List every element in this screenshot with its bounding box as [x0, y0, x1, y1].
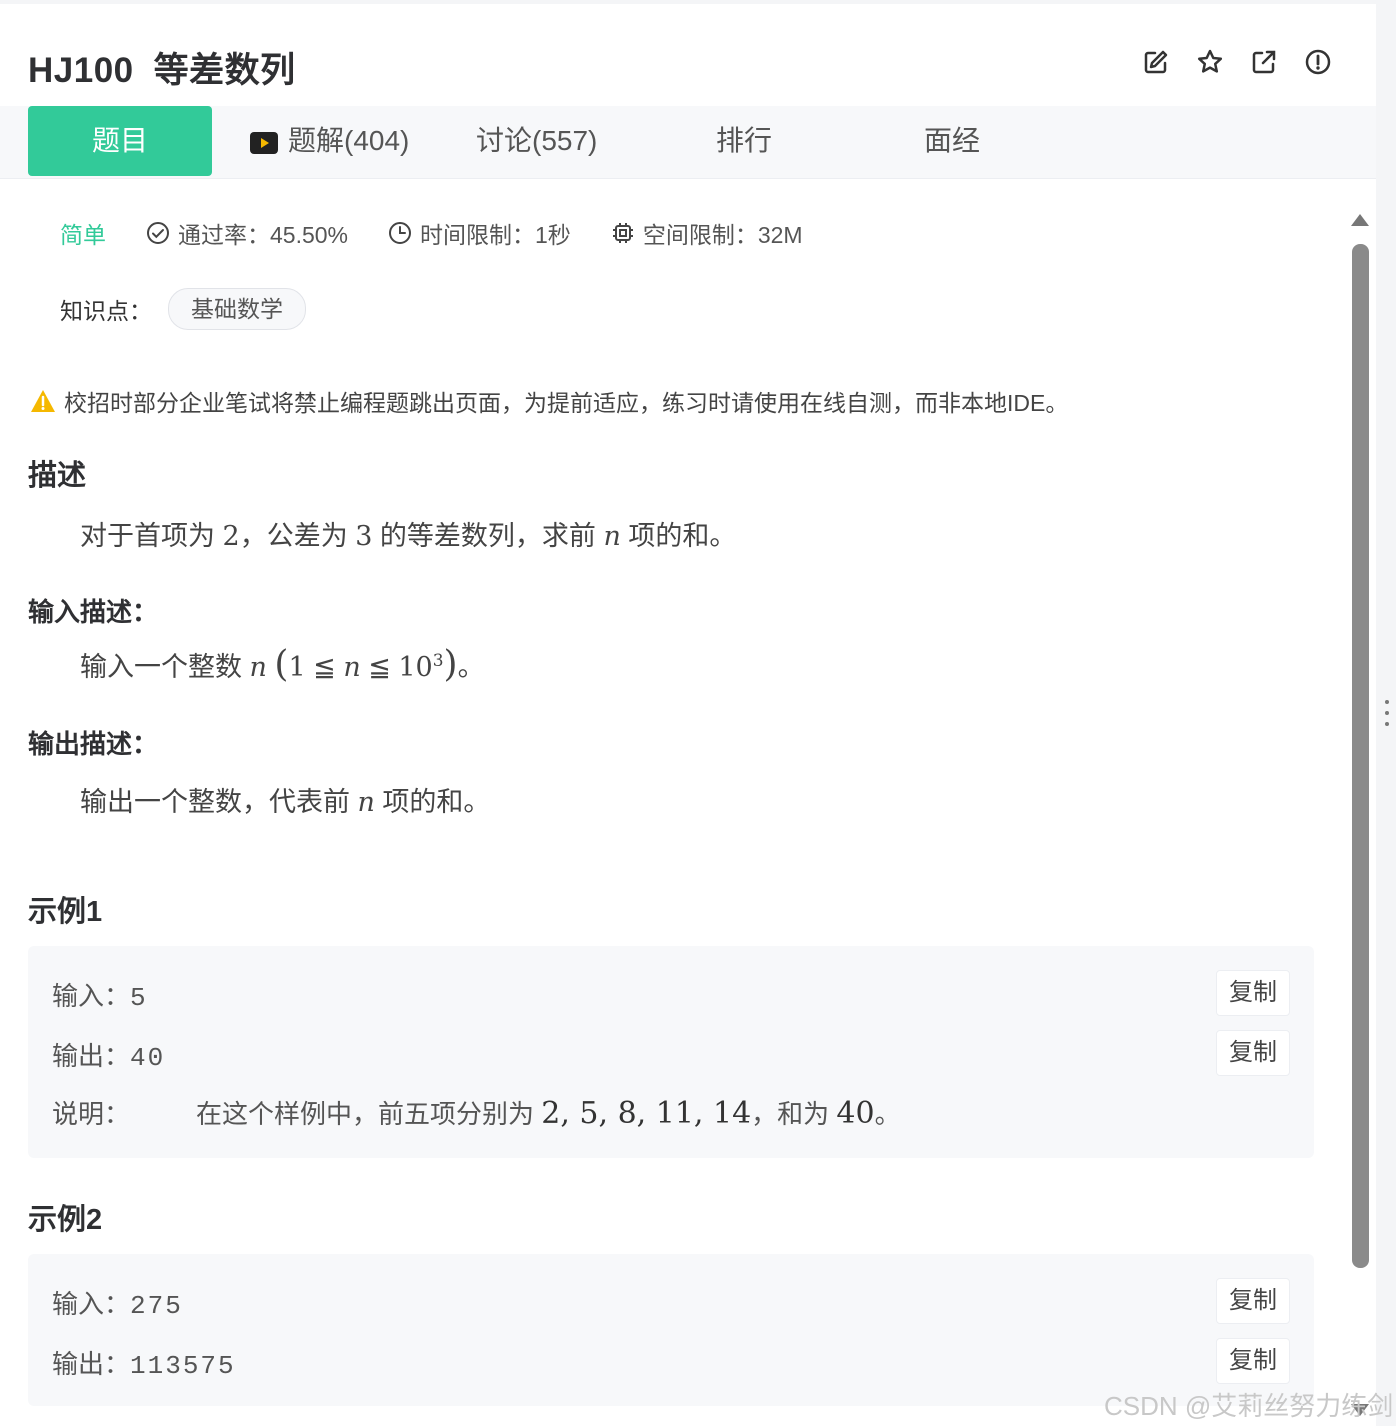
warning-text: 校招时部分企业笔试将禁止编程题跳出页面，为提前适应，练习时请使用在线自测，而非本…: [64, 390, 1069, 416]
desc-part: 项的和。: [628, 521, 737, 551]
pass-rate-text: 通过率：45.50%: [178, 222, 349, 248]
problem-header: HJ100 等差数列: [0, 4, 1376, 106]
tab-bar: 题目 题解(404) 讨论(557) 排行 面经: [0, 106, 1376, 179]
explain-text: ，和为: [751, 1099, 830, 1129]
knowledge-points: 知识点： 基础数学: [60, 288, 306, 330]
range-var: n: [343, 652, 361, 683]
example-2-input-row: 输入：275: [52, 1284, 183, 1321]
range-high-exp: 3: [432, 651, 444, 671]
problem-panel: HJ100 等差数列 题目 题解(404) 讨论(557) 排行 面经 简单 通过…: [0, 4, 1376, 1426]
tab-ranking[interactable]: 排行: [716, 106, 772, 176]
desc-var: n: [603, 521, 621, 552]
example-1-input-row: 输入：5: [52, 976, 148, 1013]
example-input-value: 5: [130, 983, 148, 1013]
range-high-base: 10: [398, 652, 433, 683]
video-icon: [250, 131, 278, 154]
warning-icon: [31, 390, 55, 412]
output-desc-var: n: [357, 787, 375, 818]
output-desc-part: 输出一个整数，代表前: [80, 787, 350, 817]
explain-sequence: 2, 5, 8, 11, 14: [541, 1096, 752, 1131]
range-low: 1: [288, 652, 306, 683]
input-desc-part: 输入一个整数: [80, 652, 242, 682]
input-label: 输入：: [52, 1289, 131, 1319]
scroll-up-arrow[interactable]: [1351, 214, 1369, 226]
example-2-box: 输入：275 复制 输出：113575 复制: [28, 1254, 1314, 1406]
time-limit-text: 时间限制：1秒: [420, 222, 571, 248]
desc-part: 对于首项为: [80, 521, 215, 551]
input-label: 输入：: [52, 981, 131, 1011]
example-1-output-row: 输出：40: [52, 1036, 165, 1073]
chip-icon: [612, 223, 633, 243]
description-heading: 描述: [28, 460, 87, 492]
header-actions: [1142, 48, 1332, 76]
desc-num: 2: [222, 521, 240, 552]
example-1-heading: 示例1: [28, 896, 103, 928]
output-desc-heading: 输出描述：: [28, 729, 159, 759]
input-desc-var: n: [249, 652, 267, 683]
input-desc-heading: 输入描述：: [28, 597, 159, 627]
tab-solutions-label: 题解(404): [288, 125, 410, 156]
pass-rate: 通过率：45.50%: [146, 216, 348, 250]
copy-input-button[interactable]: 复制: [1216, 970, 1290, 1016]
example-output-value: 40: [130, 1043, 166, 1073]
check-circle-icon: [147, 222, 169, 244]
output-label: 输出：: [52, 1349, 131, 1379]
copy-input-button[interactable]: 复制: [1216, 1278, 1290, 1324]
difficulty-label: 简单: [60, 222, 106, 248]
knowledge-label: 知识点：: [60, 298, 152, 324]
output-desc-text: 输出一个整数，代表前 n 项的和。: [80, 780, 490, 819]
desc-num: 3: [355, 521, 373, 552]
space-limit: 空间限制：32M: [611, 216, 803, 250]
problem-code: HJ100: [28, 51, 134, 90]
tab-interview[interactable]: 面经: [924, 106, 980, 176]
example-2-output-row: 输出：113575: [52, 1344, 236, 1381]
output-label: 输出：: [52, 1041, 131, 1071]
watermark: CSDN @艾莉丝努力练剑: [1104, 1391, 1394, 1421]
desc-part: 的等差数列，求前: [379, 521, 596, 551]
example-1-box: 输入：5 复制 输出：40 复制 说明： 在这个样例中，前五项分别为 2, 5, …: [28, 946, 1314, 1158]
paren-close: ): [443, 644, 458, 685]
copy-output-button[interactable]: 复制: [1216, 1030, 1290, 1076]
space-limit-text: 空间限制：32M: [642, 222, 803, 248]
example-1-explain-row: 说明： 在这个样例中，前五项分别为 2, 5, 8, 11, 14，和为 40。: [52, 1094, 901, 1131]
explain-text: 。: [874, 1099, 901, 1129]
page-title: HJ100 等差数列: [28, 42, 296, 93]
input-desc-end: 。: [457, 652, 485, 682]
explain-label: 说明：: [52, 1099, 131, 1129]
warning-notice: 校招时部分企业笔试将禁止编程题跳出页面，为提前适应，练习时请使用在线自测，而非本…: [30, 384, 1068, 418]
share-icon[interactable]: [1250, 48, 1278, 76]
star-icon[interactable]: [1196, 48, 1224, 76]
example-2-heading: 示例2: [28, 1204, 103, 1236]
knowledge-tag[interactable]: 基础数学: [168, 288, 306, 330]
input-desc-text: 输入一个整数 n (1 ≦ n ≦ 103)。: [80, 644, 485, 685]
problem-meta: 简单 通过率：45.50% 时间限制：1秒 空间限制：32M: [60, 216, 843, 250]
paren-open: (: [274, 644, 289, 685]
tab-problem[interactable]: 题目: [28, 106, 212, 176]
copy-output-button[interactable]: 复制: [1216, 1338, 1290, 1384]
tab-solutions[interactable]: 题解(404): [250, 106, 409, 176]
example-input-value: 275: [130, 1291, 183, 1321]
edit-icon[interactable]: [1142, 48, 1170, 76]
scrollbar-thumb[interactable]: [1352, 244, 1369, 1268]
panel-resize-handle[interactable]: [1385, 700, 1389, 733]
time-limit: 时间限制：1秒: [388, 216, 571, 250]
leq-sign: ≦: [313, 652, 336, 683]
description-text: 对于首项为 2，公差为 3 的等差数列，求前 n 项的和。: [80, 514, 736, 553]
explain-sum: 40: [836, 1096, 875, 1131]
tab-discussion[interactable]: 讨论(557): [476, 106, 597, 176]
report-icon[interactable]: [1304, 48, 1332, 76]
leq-sign: ≦: [368, 652, 391, 683]
explain-text: 在这个样例中，前五项分别为: [196, 1099, 535, 1129]
desc-part: ，公差为: [239, 521, 348, 551]
clock-icon: [389, 222, 412, 244]
example-output-value: 113575: [130, 1351, 236, 1381]
problem-title: 等差数列: [153, 51, 296, 90]
output-desc-part: 项的和。: [382, 787, 491, 817]
